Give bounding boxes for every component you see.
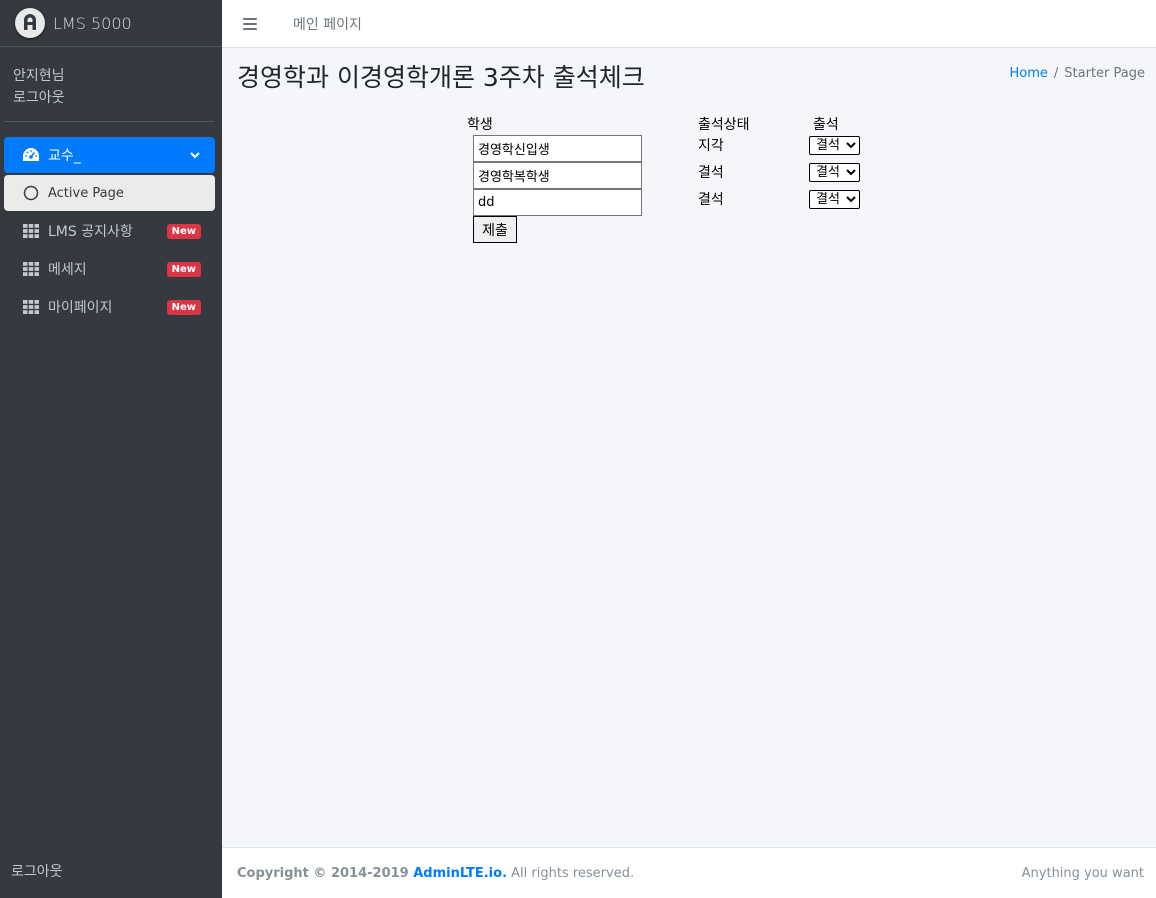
- sidebar-item-label: 마이페이지: [48, 300, 113, 316]
- hamburger-menu-icon[interactable]: [243, 17, 257, 30]
- footer-right-text: Anything you want: [1021, 865, 1144, 881]
- attendance-select[interactable]: 결석: [809, 163, 860, 182]
- main-sidebar: LMS 5000 안지현님 로그아웃 교수_ Active Page LMS 공…: [0, 0, 222, 898]
- grid-icon: [22, 222, 40, 240]
- new-badge: New: [166, 261, 201, 277]
- student-name-input[interactable]: [473, 162, 642, 189]
- sidebar-item-label: Active Page: [48, 185, 124, 201]
- sidebar-item-mypage[interactable]: 마이페이지 New: [4, 289, 215, 325]
- sidebar-item-label: 교수_: [48, 148, 81, 164]
- copyright-suffix: All rights reserved.: [507, 865, 635, 881]
- sidebar-logout-link[interactable]: 로그아웃: [11, 861, 63, 881]
- attendance-form: 학생 출석상태 출석 제출 지각 결석 결석 결석 결석 결석: [222, 48, 1156, 847]
- adminlte-logo-icon: [15, 8, 45, 38]
- attendance-status-text: 지각: [698, 138, 724, 154]
- attendance-select[interactable]: 결석: [809, 190, 860, 209]
- student-name-input[interactable]: [473, 189, 642, 216]
- sidebar-item-lms-notice[interactable]: LMS 공지사항 New: [4, 213, 215, 249]
- sidebar-nav: 교수_ Active Page LMS 공지사항 New 메세지 New 마이페…: [0, 122, 222, 325]
- new-badge: New: [166, 223, 201, 239]
- student-name-input[interactable]: [473, 135, 642, 162]
- attendance-status-text: 결석: [698, 192, 724, 208]
- circle-icon: [22, 184, 40, 202]
- adminlte-link[interactable]: AdminLTE.io.: [413, 866, 507, 881]
- brand-text: LMS 5000: [53, 13, 132, 33]
- sidebar-item-active-page[interactable]: Active Page: [4, 175, 215, 211]
- content-wrapper: 경영학과 이경영학개론 3주차 출석체크 Home / Starter Page 학…: [222, 48, 1156, 847]
- sidebar-item-label: LMS 공지사항: [48, 224, 133, 240]
- new-badge: New: [166, 299, 201, 315]
- status-column-header: 출석상태: [698, 117, 750, 133]
- tachometer-icon: [22, 146, 40, 164]
- logout-link[interactable]: 로그아웃: [13, 87, 201, 109]
- attendance-select[interactable]: 결석: [809, 136, 860, 155]
- sidebar-item-messages[interactable]: 메세지 New: [4, 251, 215, 287]
- user-panel: 안지현님 로그아웃: [4, 47, 214, 122]
- brand-link[interactable]: LMS 5000: [0, 0, 222, 47]
- attendance-status-text: 결석: [698, 165, 724, 181]
- copyright-text: Copyright © 2014-2019 AdminLTE.io. All r…: [237, 866, 634, 881]
- chevron-down-icon: [189, 149, 201, 161]
- top-navbar: 메인 페이지: [222, 0, 1156, 48]
- sidebar-item-professor[interactable]: 교수_: [4, 137, 215, 173]
- main-footer: Copyright © 2014-2019 AdminLTE.io. All r…: [222, 847, 1156, 898]
- student-column-header: 학생: [467, 117, 493, 133]
- attendance-column-header: 출석: [813, 117, 839, 133]
- submit-button[interactable]: 제출: [473, 216, 517, 243]
- sidebar-item-label: 메세지: [48, 262, 87, 278]
- grid-icon: [22, 298, 40, 316]
- main-page-link[interactable]: 메인 페이지: [293, 14, 362, 34]
- copyright-prefix: Copyright © 2014-2019: [237, 865, 414, 881]
- grid-icon: [22, 260, 40, 278]
- user-name[interactable]: 안지현님: [13, 65, 201, 87]
